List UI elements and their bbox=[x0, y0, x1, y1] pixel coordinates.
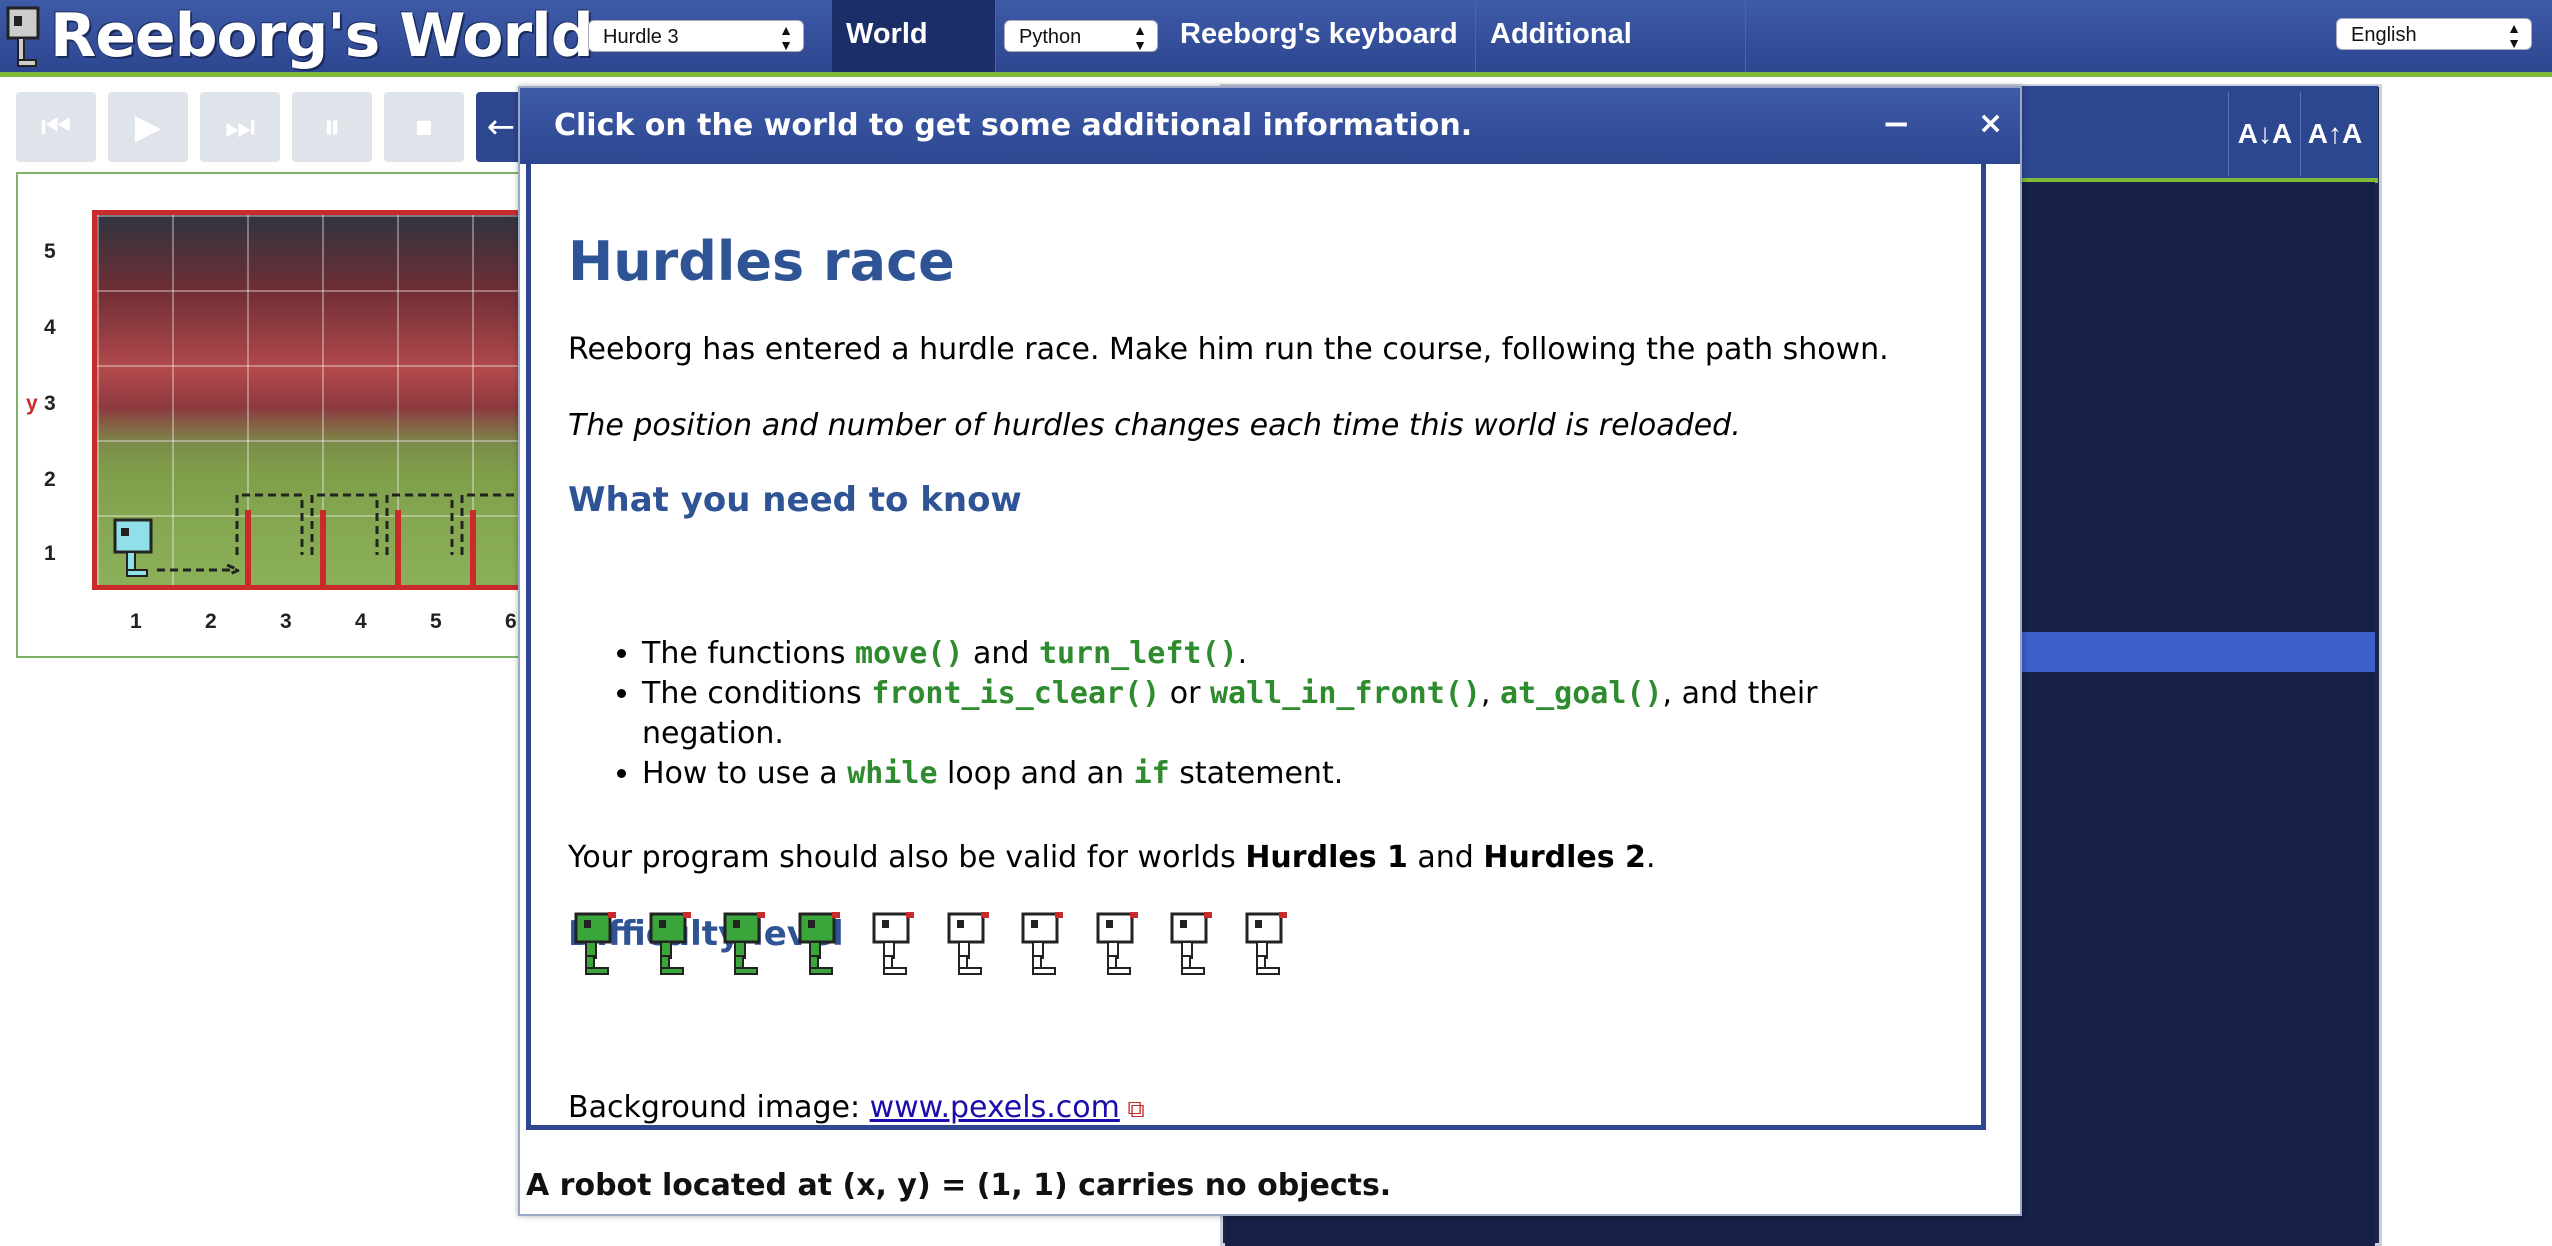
list-item: The conditions front_is_clear() or wall_… bbox=[642, 674, 1902, 754]
difficulty-robot-filled-icon bbox=[649, 912, 691, 975]
top-menubar: Reeborg's World Hurdle 3 ▲▼ World Info P… bbox=[0, 0, 2552, 118]
world-name: Hurdles 1 bbox=[1245, 840, 1408, 875]
x-tick: 6 bbox=[505, 610, 517, 633]
pexels-link[interactable]: www.pexels.com bbox=[870, 1090, 1120, 1125]
world-info-dialog: Click on the world to get some additiona… bbox=[518, 86, 2022, 1216]
step-button[interactable]: ⏭ bbox=[200, 92, 280, 162]
list-item: The functions move() and turn_left(). bbox=[642, 634, 1902, 674]
difficulty-robot-empty-icon bbox=[1170, 912, 1212, 975]
select-arrows-icon: ▲ ▼ bbox=[1133, 22, 1147, 53]
run-button[interactable]: ▶ bbox=[108, 92, 188, 162]
y-tick: 1 bbox=[44, 542, 56, 565]
select-arrows-icon: ▲ ▼ bbox=[2507, 20, 2521, 51]
difficulty-robot-empty-icon bbox=[1021, 912, 1063, 975]
app-title: Reeborg's World bbox=[50, 1, 594, 71]
code-snippet: turn_left() bbox=[1038, 636, 1238, 671]
world-name: Hurdles 2 bbox=[1483, 840, 1646, 875]
language-select-value: Python bbox=[1019, 26, 1082, 48]
difficulty-robot-filled-icon bbox=[798, 912, 840, 975]
menu-world-info[interactable]: World Info bbox=[832, 0, 996, 118]
difficulty-robot-empty-icon bbox=[947, 912, 989, 975]
code-snippet: wall_in_front() bbox=[1209, 676, 1481, 711]
intro-text: Reeborg has entered a hurdle race. Make … bbox=[568, 332, 1889, 367]
code-snippet: while bbox=[847, 756, 938, 791]
language-select[interactable]: Python ▲ ▼ bbox=[1004, 20, 1158, 53]
world-select[interactable]: Hurdle 3 ▲ ▼ bbox=[588, 20, 804, 53]
y-axis-label: y bbox=[26, 392, 38, 415]
step-back-icon: ⏮ bbox=[40, 107, 72, 147]
list-item: How to use a while loop and an if statem… bbox=[642, 754, 1902, 794]
pause-icon: ⏸ bbox=[323, 107, 341, 147]
y-tick: 5 bbox=[44, 240, 56, 263]
section-heading-know: What you need to know bbox=[568, 480, 1022, 520]
robot-sprite bbox=[113, 518, 153, 577]
pause-button[interactable]: ⏸ bbox=[292, 92, 372, 162]
menu-additional-options[interactable]: Additional options bbox=[1476, 0, 1746, 118]
ui-language-select[interactable]: English ▲ ▼ bbox=[2336, 18, 2532, 51]
menu-reeborg-keyboard[interactable]: Reeborg's keyboard bbox=[1166, 0, 1476, 72]
difficulty-robot-filled-icon bbox=[723, 912, 765, 975]
play-icon: ▶ bbox=[134, 107, 162, 147]
difficulty-robot-filled-icon bbox=[574, 912, 616, 975]
status-line: A robot located at (x, y) = (1, 1) carri… bbox=[526, 1168, 1392, 1203]
page-heading: Hurdles race bbox=[568, 230, 955, 293]
step-back-button[interactable]: ⏮ bbox=[16, 92, 96, 162]
background-credit: Background image: www.pexels.com ⧉ bbox=[568, 1090, 1145, 1125]
y-tick: 2 bbox=[44, 468, 56, 491]
world-grid[interactable] bbox=[92, 210, 532, 590]
y-tick: 3 bbox=[44, 392, 56, 415]
dialog-titlebar[interactable]: Click on the world to get some additiona… bbox=[520, 88, 2020, 164]
world-select-value: Hurdle 3 bbox=[603, 26, 679, 48]
arrow-left-icon: ← bbox=[486, 107, 516, 147]
difficulty-robot-empty-icon bbox=[1245, 912, 1287, 975]
y-tick: 4 bbox=[44, 316, 56, 339]
note-text: The position and number of hurdles chang… bbox=[568, 408, 1741, 443]
knowledge-list: The functions move() and turn_left(). Th… bbox=[568, 634, 1902, 794]
difficulty-robot-empty-icon bbox=[1096, 912, 1138, 975]
difficulty-robot-empty-icon bbox=[872, 912, 914, 975]
x-tick: 3 bbox=[280, 610, 292, 633]
code-snippet: move() bbox=[855, 636, 964, 671]
font-decrease-button[interactable]: A↓A bbox=[2228, 92, 2301, 176]
external-link-icon: ⧉ bbox=[1119, 1095, 1145, 1123]
font-increase-button[interactable]: A↑A bbox=[2300, 92, 2369, 176]
code-snippet: if bbox=[1133, 756, 1170, 791]
x-tick: 5 bbox=[430, 610, 442, 633]
select-arrows-icon: ▲ ▼ bbox=[779, 22, 793, 53]
x-tick: 1 bbox=[130, 610, 142, 633]
code-snippet: front_is_clear() bbox=[871, 676, 1161, 711]
stop-button[interactable]: ⏹ bbox=[384, 92, 464, 162]
dialog-title: Click on the world to get some additiona… bbox=[554, 108, 1473, 143]
step-forward-icon: ⏭ bbox=[224, 107, 256, 147]
reeborg-logo-icon bbox=[6, 6, 40, 67]
code-snippet: at_goal() bbox=[1499, 676, 1663, 711]
ui-language-select-value: English bbox=[2351, 24, 2417, 46]
valid-worlds-text: Your program should also be valid for wo… bbox=[568, 840, 1656, 875]
path-arrows bbox=[113, 493, 527, 577]
close-button[interactable]: × bbox=[1978, 88, 2003, 160]
minimize-button[interactable]: − bbox=[1882, 88, 1911, 160]
stop-icon: ⏹ bbox=[415, 107, 433, 147]
x-tick: 2 bbox=[205, 610, 217, 633]
x-tick: 4 bbox=[355, 610, 367, 633]
